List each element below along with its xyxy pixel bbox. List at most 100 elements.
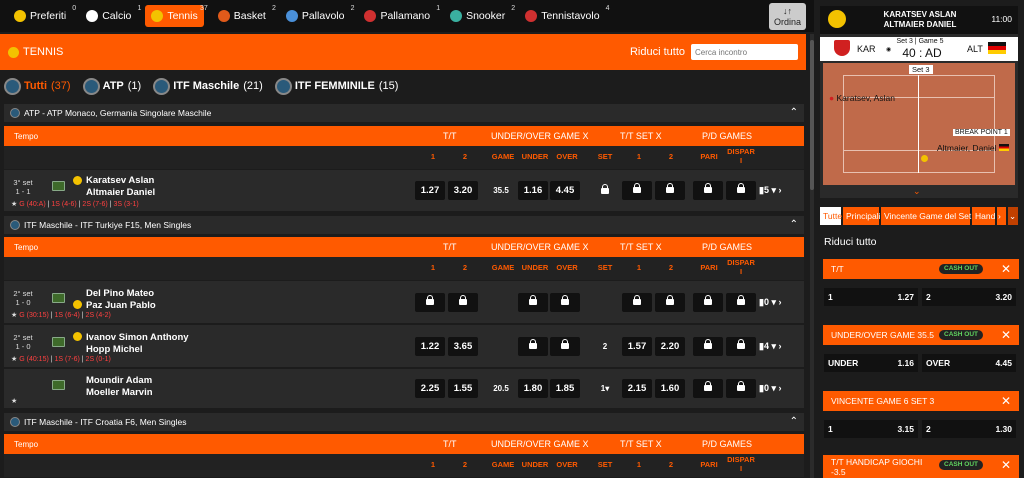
- soccer-ball-icon: [86, 10, 99, 22]
- market-header: Tempo T/T UNDER/OVER GAME X T/T SET X P/…: [4, 126, 804, 146]
- more-markets-button[interactable]: ▮0 ▾ ›: [759, 383, 781, 394]
- more-markets-button[interactable]: ▮0 ▾ ›: [759, 297, 781, 308]
- odd-2[interactable]: 3.65: [448, 337, 478, 356]
- nav-snooker[interactable]: Snooker 2: [444, 5, 515, 27]
- pin-icon[interactable]: ✕: [1001, 391, 1011, 411]
- tabs-dropdown[interactable]: ⌄: [1008, 207, 1018, 225]
- filter-itf-femminile[interactable]: ITF FEMMINILE (15): [274, 77, 398, 95]
- match-row: 3° set 1 - 1 Karatsev Aslan Altmaier Dan…: [4, 170, 804, 212]
- odd-2[interactable]: 1.55: [448, 379, 478, 398]
- chevron-up-icon[interactable]: ⌃: [790, 219, 798, 230]
- sort-icon: ↓↑: [783, 6, 792, 16]
- game-line: 35.5: [493, 186, 509, 195]
- tab-vincente-game[interactable]: Vincente Game del Set: [881, 207, 971, 225]
- tab-handi[interactable]: Handi: [972, 207, 995, 225]
- tv-icon: [52, 181, 65, 191]
- odd-set-2[interactable]: 2.20: [655, 337, 685, 356]
- bet-over[interactable]: OVER 4.45: [922, 354, 1016, 372]
- match-title-bar: KARATSEV ASLAN ALTMAIER DANIEL 11:00: [820, 6, 1018, 34]
- lock-icon: [693, 293, 723, 312]
- ball-position-icon: [921, 155, 928, 162]
- globe-icon: [10, 417, 20, 427]
- league-header[interactable]: ITF Maschile - ITF Croatia F6, Men Singl…: [4, 413, 804, 431]
- riduci-tutto-link[interactable]: Riduci tutto: [630, 46, 685, 58]
- odd-over[interactable]: 1.85: [550, 379, 580, 398]
- nav-basket[interactable]: Basket 2: [212, 5, 276, 27]
- pin-icon[interactable]: ✕: [1001, 259, 1011, 279]
- star-icon[interactable]: ★: [11, 312, 17, 319]
- tab-tutte[interactable]: Tutte: [820, 207, 842, 225]
- nav-pallavolo[interactable]: Pallavolo 2: [280, 5, 354, 27]
- lock-icon: [693, 379, 723, 398]
- globe-icon: [10, 108, 20, 118]
- nav-calcio[interactable]: Calcio 1: [80, 5, 141, 27]
- odd-2[interactable]: 3.20: [448, 181, 478, 200]
- lock-icon: [693, 337, 723, 356]
- nav-tennistavolo[interactable]: Tennistavolo 4: [519, 5, 610, 27]
- bet-game-1[interactable]: 1 3.15: [824, 420, 918, 438]
- odd-1[interactable]: 2.25: [415, 379, 445, 398]
- chevron-down-icon[interactable]: ⌄: [913, 186, 921, 197]
- bet-game-2[interactable]: 2 1.30: [922, 420, 1016, 438]
- globe-icon: [82, 77, 100, 95]
- chevron-up-icon[interactable]: ⌃: [790, 107, 798, 118]
- market-header-under-over[interactable]: UNDER/OVER GAME 35.5 CASH OUT ✕: [823, 325, 1019, 345]
- tab-principali[interactable]: Principali: [843, 207, 881, 225]
- player-marker-icon: ●: [829, 93, 835, 103]
- lock-icon: [655, 293, 685, 312]
- lock-icon: [655, 181, 685, 200]
- tabs-scroll-right[interactable]: ›: [997, 207, 1006, 225]
- odd-under[interactable]: 1.80: [518, 379, 548, 398]
- bet-tt-2[interactable]: 2 3.20: [922, 288, 1016, 306]
- odd-1[interactable]: 1.22: [415, 337, 445, 356]
- more-markets-button[interactable]: ▮4 ▾ ›: [759, 341, 781, 352]
- star-icon: [14, 10, 26, 22]
- league-header[interactable]: ITF Maschile - ITF Turkiye F15, Men Sing…: [4, 216, 804, 234]
- tennis-ball-icon: [828, 10, 846, 28]
- bet-under[interactable]: UNDER 1.16: [824, 354, 918, 372]
- market-header-tt[interactable]: T/T CASH OUT ✕: [823, 259, 1019, 279]
- nav-tennis[interactable]: Tennis 37: [145, 5, 208, 27]
- lock-icon: [726, 293, 756, 312]
- star-icon[interactable]: ★: [11, 356, 17, 363]
- odd-over[interactable]: 4.45: [550, 181, 580, 200]
- odd-1[interactable]: 1.27: [415, 181, 445, 200]
- lock-icon: [622, 293, 652, 312]
- star-icon[interactable]: ★: [11, 201, 17, 208]
- odd-under[interactable]: 1.16: [518, 181, 548, 200]
- market-header-vincente-game[interactable]: VINCENTE GAME 6 SET 3 ✕: [823, 391, 1019, 411]
- pin-icon[interactable]: ✕: [1001, 459, 1011, 471]
- lock-icon: [518, 293, 548, 312]
- scrollbar-thumb[interactable]: [810, 40, 814, 190]
- chevron-up-icon[interactable]: ⌃: [790, 416, 798, 427]
- tennis-court: Set 3 ● Karatsev, Aslan BREAK POINT 1 Al…: [823, 63, 1015, 185]
- market-subheader: 1 2 GAME UNDER OVER SET 1 2 PARI DISPAR …: [4, 454, 804, 477]
- chevron-down-icon: ▾: [605, 384, 610, 393]
- scoreboard: KAR Set 3 | Game 5 ◉ 40 : AD ALT: [820, 37, 1018, 61]
- cashout-badge: CASH OUT: [939, 330, 983, 340]
- search-input[interactable]: [691, 44, 798, 60]
- odd-set-1[interactable]: 2.15: [622, 379, 652, 398]
- league-header[interactable]: ATP - ATP Monaco, Germania Singolare Mas…: [4, 104, 804, 122]
- pin-icon[interactable]: ✕: [1001, 325, 1011, 345]
- lock-icon: [518, 337, 548, 356]
- serve-indicator-icon: [73, 176, 82, 185]
- odd-set-1[interactable]: 1.57: [622, 337, 652, 356]
- riduci-tutto-link[interactable]: Riduci tutto: [824, 236, 877, 248]
- nav-preferiti[interactable]: Preferiti 0: [8, 5, 76, 27]
- star-icon[interactable]: ★: [11, 398, 17, 405]
- filter-itf-maschile[interactable]: ITF Maschile (21): [153, 77, 263, 95]
- more-markets-button[interactable]: ▮5 ▾ ›: [759, 185, 781, 196]
- nav-pallamano[interactable]: Pallamano 1: [358, 5, 440, 27]
- odd-set-2[interactable]: 1.60: [655, 379, 685, 398]
- handball-icon: [364, 10, 377, 22]
- market-subheader: 1 2 GAME UNDER OVER SET 1 2 PARI DISPAR …: [4, 257, 804, 280]
- bet-tt-1[interactable]: 1 1.27: [824, 288, 918, 306]
- filter-tutti[interactable]: Tutti (37): [4, 77, 71, 95]
- tennis-section-header: TENNIS Riduci tutto: [0, 34, 806, 70]
- market-header-handicap[interactable]: T/T HANDICAP GIOCHI -3.5 CASH OUT ✕: [823, 455, 1019, 478]
- ordina-button[interactable]: ↓↑ Ordina: [769, 3, 806, 30]
- filter-atp[interactable]: ATP (1): [82, 77, 141, 95]
- tv-icon: [52, 293, 65, 303]
- set-selector[interactable]: 1▾: [590, 384, 620, 393]
